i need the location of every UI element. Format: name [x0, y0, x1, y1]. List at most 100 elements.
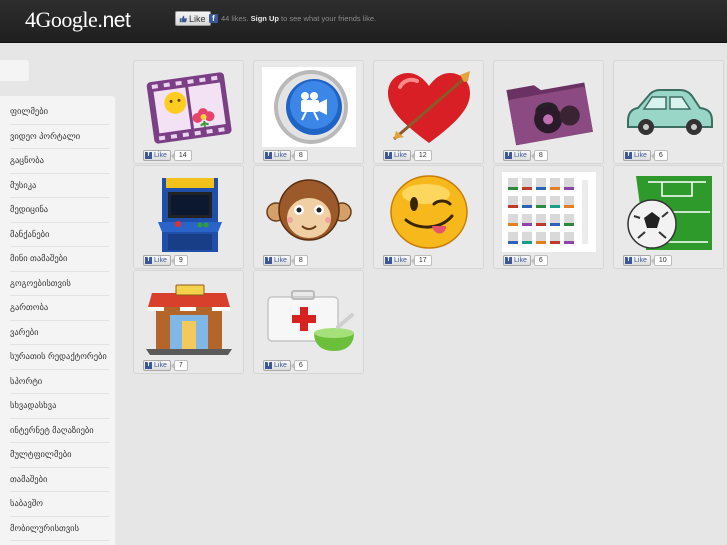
facebook-icon: f [505, 151, 512, 159]
card-like-label: Like [394, 151, 407, 159]
facebook-icon: f [625, 151, 632, 159]
category-item[interactable]: სპორტი [10, 370, 109, 394]
facebook-icon: f [145, 151, 152, 159]
site-card[interactable]: f Like 9 [133, 165, 244, 269]
category-item[interactable]: მინი თამაშები [10, 247, 109, 272]
card-like-label: Like [634, 256, 647, 264]
card-like-button[interactable]: f Like [143, 149, 171, 161]
card-like-bar: f Like 14 [143, 149, 192, 161]
card-like-button[interactable]: f Like [143, 254, 171, 266]
category-item[interactable]: სხვადასხვა [10, 394, 109, 419]
site-card[interactable]: f Like 6 [493, 165, 604, 269]
card-like-bar: f Like 12 [383, 149, 432, 161]
site-card[interactable]: f Like 12 [373, 60, 484, 164]
category-item[interactable]: მუსიკა [10, 174, 109, 198]
logo-tld: .net [97, 9, 131, 32]
card-like-button[interactable]: f Like [503, 254, 531, 266]
sidebar-tab[interactable] [0, 60, 29, 81]
like-count: 6 [530, 254, 548, 266]
like-count: 9 [170, 254, 188, 266]
category-item[interactable]: სურათის რედაქტორები [10, 345, 109, 370]
category-item[interactable]: გაცნობა [10, 149, 109, 174]
signup-link[interactable]: Sign Up [251, 14, 279, 23]
facebook-social-text: 44 likes. Sign Up to see what your frien… [221, 14, 376, 23]
arcade-machine-icon[interactable] [142, 172, 236, 252]
first-aid-kit-icon[interactable] [262, 277, 356, 357]
like-count: 17 [410, 254, 432, 266]
like-count: 6 [290, 359, 308, 371]
site-card[interactable]: f Like 7 [133, 270, 244, 374]
category-item[interactable]: გართობა [10, 296, 109, 321]
facebook-icon: f [385, 256, 392, 264]
card-like-button[interactable]: f Like [263, 254, 291, 266]
category-item[interactable]: საბავშო [10, 492, 109, 517]
like-count: 14 [170, 149, 192, 161]
site-logo[interactable]: 4Google.net [25, 7, 131, 33]
thumbs-up-icon [179, 15, 187, 22]
facebook-icon: f [145, 361, 152, 369]
card-like-bar: f Like 6 [503, 254, 548, 266]
card-like-label: Like [274, 361, 287, 369]
card-like-button[interactable]: f Like [383, 254, 411, 266]
card-like-label: Like [394, 256, 407, 264]
facebook-icon: f [209, 14, 218, 23]
like-count: 10 [650, 254, 672, 266]
card-like-button[interactable]: f Like [623, 149, 651, 161]
card-like-bar: f Like 7 [143, 359, 188, 371]
card-like-button[interactable]: f Like [503, 149, 531, 161]
site-card[interactable]: f Like 17 [373, 165, 484, 269]
card-like-button[interactable]: f Like [623, 254, 651, 266]
category-item[interactable]: მულტფილმები [10, 443, 109, 468]
card-like-label: Like [154, 256, 167, 264]
site-card[interactable]: f Like 10 [613, 165, 724, 269]
video-camera-button-icon[interactable] [262, 67, 356, 147]
site-card[interactable]: f Like 8 [253, 165, 364, 269]
shop-icon[interactable] [142, 277, 236, 357]
logo-main: 4Google [25, 7, 98, 32]
card-like-bar: f Like 6 [263, 359, 308, 371]
card-like-button[interactable]: f Like [263, 149, 291, 161]
site-card[interactable]: f Like 6 [253, 270, 364, 374]
like-count: 8 [530, 149, 548, 161]
site-card[interactable]: f Like 6 [613, 60, 724, 164]
site-card[interactable]: f Like 14 [133, 60, 244, 164]
heart-arrow-icon[interactable] [382, 67, 476, 147]
facebook-like-button[interactable]: Like [175, 11, 211, 26]
card-like-button[interactable]: f Like [143, 359, 171, 371]
like-count: 8 [290, 149, 308, 161]
card-like-label: Like [634, 151, 647, 159]
category-item[interactable]: ვიდეო პორტალი [10, 125, 109, 149]
like-label: Like [189, 13, 206, 24]
category-sidebar: ფილმები ვიდეო პორტალი გაცნობა მუსიკა მედ… [0, 96, 115, 545]
winking-smiley-icon[interactable] [382, 172, 476, 252]
category-item[interactable]: მედიცინა [10, 198, 109, 223]
card-like-label: Like [514, 151, 527, 159]
music-folder-icon[interactable] [502, 67, 596, 147]
category-item[interactable]: ფილმები [10, 96, 109, 125]
soccer-ball-field-icon[interactable] [622, 172, 716, 252]
card-like-label: Like [154, 151, 167, 159]
category-item[interactable]: ინტერნეტ მაღაზიები [10, 419, 109, 443]
facebook-icon: f [145, 256, 152, 264]
category-item[interactable]: თამაშები [10, 468, 109, 492]
site-card[interactable]: f Like 8 [253, 60, 364, 164]
facebook-icon: f [265, 256, 272, 264]
site-card[interactable]: f Like 8 [493, 60, 604, 164]
monkey-face-icon[interactable] [262, 172, 356, 252]
category-item[interactable]: მანქანები [10, 223, 109, 247]
card-like-label: Like [274, 256, 287, 264]
category-item[interactable]: გოგოებისთვის [10, 272, 109, 296]
card-like-label: Like [514, 256, 527, 264]
card-like-bar: f Like 8 [263, 149, 308, 161]
like-count: 12 [410, 149, 432, 161]
category-item[interactable]: მობილურისთვის [10, 517, 109, 541]
card-like-bar: f Like 8 [503, 149, 548, 161]
facebook-icon: f [265, 151, 272, 159]
file-types-sheet-icon[interactable] [502, 172, 596, 252]
category-item[interactable]: ვარები [10, 321, 109, 345]
film-strip-flower-icon[interactable] [142, 67, 236, 147]
card-like-button[interactable]: f Like [383, 149, 411, 161]
car-icon[interactable] [622, 67, 716, 147]
card-like-bar: f Like 17 [383, 254, 432, 266]
card-like-button[interactable]: f Like [263, 359, 291, 371]
